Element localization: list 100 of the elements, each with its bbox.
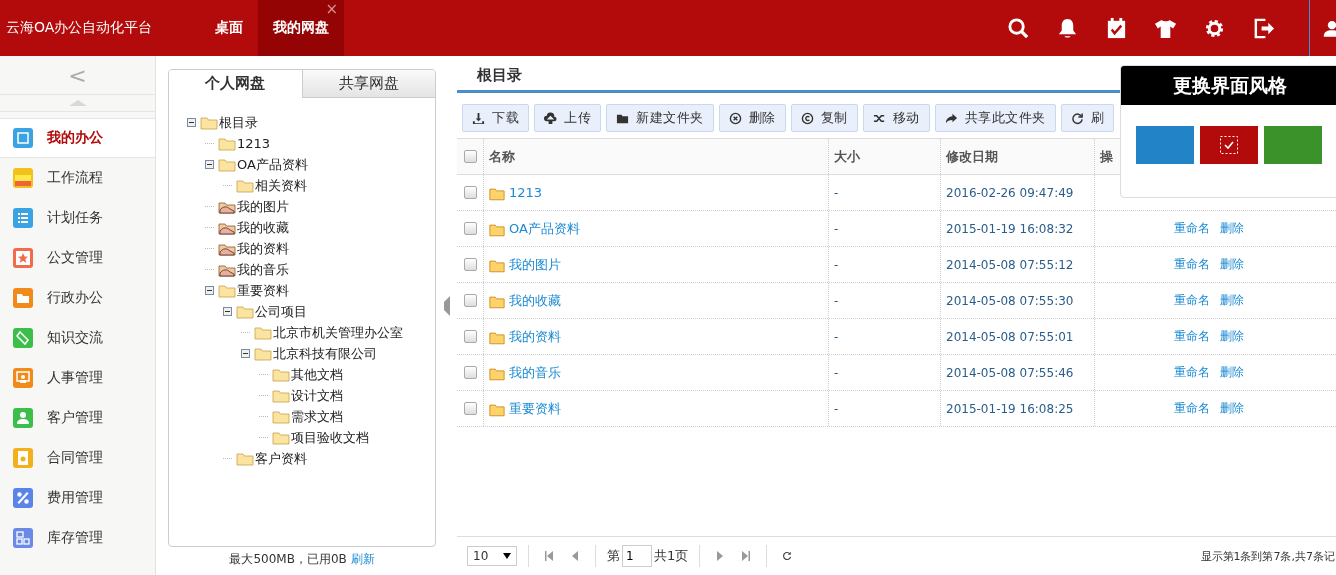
file-size: - bbox=[834, 293, 839, 308]
file-name-link[interactable]: 我的资料 bbox=[509, 327, 561, 346]
tree-item[interactable]: 我的收藏 bbox=[237, 218, 289, 237]
file-name-link[interactable]: 1213 bbox=[509, 185, 543, 200]
star-icon bbox=[13, 248, 33, 268]
logout-icon[interactable] bbox=[1252, 16, 1275, 40]
collapse-toggle[interactable] bbox=[223, 307, 232, 316]
nav-tab[interactable]: 我的网盘 × bbox=[258, 0, 344, 56]
modified-date: 2014-05-08 07:55:30 bbox=[946, 293, 1074, 308]
file-size: - bbox=[834, 257, 839, 272]
action-link[interactable]: 删除 bbox=[1220, 328, 1244, 345]
tree-item[interactable]: 项目验收文档 bbox=[291, 428, 369, 447]
tree-item[interactable]: 需求文档 bbox=[291, 407, 343, 426]
modified-date: 2016-02-26 09:47:49 bbox=[946, 185, 1074, 200]
refresh-icon[interactable] bbox=[782, 550, 793, 562]
toolbar-button[interactable]: 刷 bbox=[1060, 104, 1114, 132]
row-checkbox[interactable] bbox=[463, 366, 477, 379]
theme-swatch[interactable] bbox=[1264, 126, 1322, 164]
search-icon[interactable] bbox=[1007, 16, 1030, 40]
close-icon[interactable]: × bbox=[325, 2, 338, 17]
sidebar-item[interactable]: 行政办公 bbox=[0, 278, 155, 318]
sidebar-item[interactable]: 我的办公 bbox=[0, 118, 155, 158]
modified-date: 2014-05-08 07:55:12 bbox=[946, 257, 1074, 272]
sidebar-item[interactable]: 费用管理 bbox=[0, 478, 155, 518]
action-link[interactable]: 重命名 bbox=[1174, 328, 1210, 345]
toolbar-button[interactable]: 移动 bbox=[862, 104, 930, 132]
sidebar-item[interactable]: 计划任务 bbox=[0, 198, 155, 238]
action-link[interactable]: 删除 bbox=[1220, 256, 1244, 273]
shared-folder-icon bbox=[218, 262, 236, 277]
previous-page-icon[interactable] bbox=[570, 550, 580, 562]
folder-icon bbox=[489, 187, 505, 201]
tree-item[interactable]: 其他文档 bbox=[291, 365, 343, 384]
action-link[interactable]: 重命名 bbox=[1174, 256, 1210, 273]
row-checkbox[interactable] bbox=[463, 258, 477, 271]
sidebar-item[interactable]: 库存管理 bbox=[0, 518, 155, 558]
last-page-icon[interactable] bbox=[741, 550, 752, 562]
tree-item[interactable]: 1213 bbox=[237, 136, 271, 151]
file-name-link[interactable]: 我的音乐 bbox=[509, 363, 561, 382]
refresh-link[interactable]: 刷新 bbox=[350, 552, 375, 566]
file-name-link[interactable]: OA产品资料 bbox=[509, 219, 580, 238]
tree-item[interactable]: 北京市机关管理办公室 bbox=[273, 323, 403, 342]
page-size-select[interactable]: 10 bbox=[467, 546, 517, 566]
shared-folder-icon bbox=[218, 241, 236, 256]
action-link[interactable]: 删除 bbox=[1220, 220, 1244, 237]
collapse-toggle[interactable] bbox=[205, 286, 214, 295]
tree-item[interactable]: OA产品资料 bbox=[237, 155, 308, 174]
sidebar-item[interactable]: 客户管理 bbox=[0, 398, 155, 438]
action-link[interactable]: 重命名 bbox=[1174, 364, 1210, 381]
theme-swatch[interactable] bbox=[1200, 126, 1258, 164]
tree-item[interactable]: 我的资料 bbox=[237, 239, 289, 258]
sidebar-item[interactable]: 合同管理 bbox=[0, 438, 155, 478]
tree-item[interactable]: 相关资料 bbox=[255, 176, 307, 195]
row-checkbox[interactable] bbox=[463, 294, 477, 307]
tree-item[interactable]: 我的音乐 bbox=[237, 260, 289, 279]
file-name-link[interactable]: 重要资料 bbox=[509, 399, 561, 418]
folder-icon bbox=[200, 115, 218, 130]
row-checkbox[interactable] bbox=[463, 186, 477, 199]
folder-icon bbox=[218, 157, 236, 172]
theme-swatch[interactable] bbox=[1136, 126, 1194, 164]
tree-item[interactable]: 根目录 bbox=[219, 113, 258, 132]
action-link[interactable]: 删除 bbox=[1220, 364, 1244, 381]
action-link[interactable]: 删除 bbox=[1220, 400, 1244, 417]
tree-item[interactable]: 客户资料 bbox=[255, 449, 307, 468]
folder-icon bbox=[236, 304, 254, 319]
collapse-toggle[interactable] bbox=[241, 349, 250, 358]
tree-item[interactable]: 重要资料 bbox=[237, 281, 289, 300]
disk-tab[interactable]: 共享网盘 bbox=[301, 70, 435, 98]
tree-item[interactable]: 公司项目 bbox=[255, 302, 307, 321]
toolbar-button[interactable]: 共享此文件夹 bbox=[934, 104, 1056, 132]
tree-item[interactable]: 我的图片 bbox=[237, 197, 289, 216]
collapse-handle[interactable] bbox=[443, 295, 450, 316]
tree-item[interactable]: 北京科技有限公司 bbox=[273, 344, 377, 363]
toolbar-button[interactable]: 复制 bbox=[790, 104, 858, 132]
page-input[interactable]: 1 bbox=[622, 545, 652, 567]
row-checkbox[interactable] bbox=[463, 330, 477, 343]
select-all-checkbox[interactable] bbox=[463, 150, 477, 163]
sidebar-item[interactable]: 工作流程 bbox=[0, 158, 155, 198]
row-checkbox[interactable] bbox=[463, 222, 477, 235]
sidebar-item[interactable]: 公文管理 bbox=[0, 238, 155, 278]
toolbar-button[interactable]: 下载 bbox=[462, 104, 529, 132]
tree-item[interactable]: 设计文档 bbox=[291, 386, 343, 405]
bell-icon[interactable] bbox=[1056, 16, 1079, 40]
sidebar-item[interactable]: 知识交流 bbox=[0, 318, 155, 358]
folder-icon bbox=[218, 136, 236, 151]
action-link[interactable]: 重命名 bbox=[1174, 400, 1210, 417]
calendar-check-icon[interactable] bbox=[1105, 16, 1128, 40]
action-link[interactable]: 删除 bbox=[1220, 292, 1244, 309]
row-checkbox[interactable] bbox=[463, 402, 477, 415]
collapse-toggle[interactable] bbox=[205, 160, 214, 169]
toolbar-button[interactable]: 上传 bbox=[534, 104, 601, 132]
action-link[interactable]: 重命名 bbox=[1174, 292, 1210, 309]
nav-tab[interactable]: 桌面 bbox=[200, 0, 258, 56]
sidebar-item[interactable]: 人事管理 bbox=[0, 358, 155, 398]
collapse-toggle[interactable] bbox=[187, 118, 196, 127]
file-name-link[interactable]: 我的图片 bbox=[509, 255, 561, 274]
toolbar-button[interactable]: 删除 bbox=[718, 104, 786, 132]
first-page-icon[interactable] bbox=[544, 550, 554, 562]
file-name-link[interactable]: 我的收藏 bbox=[509, 291, 561, 310]
action-link[interactable]: 重命名 bbox=[1174, 220, 1210, 237]
toolbar-button[interactable]: 新建文件夹 bbox=[606, 104, 714, 132]
